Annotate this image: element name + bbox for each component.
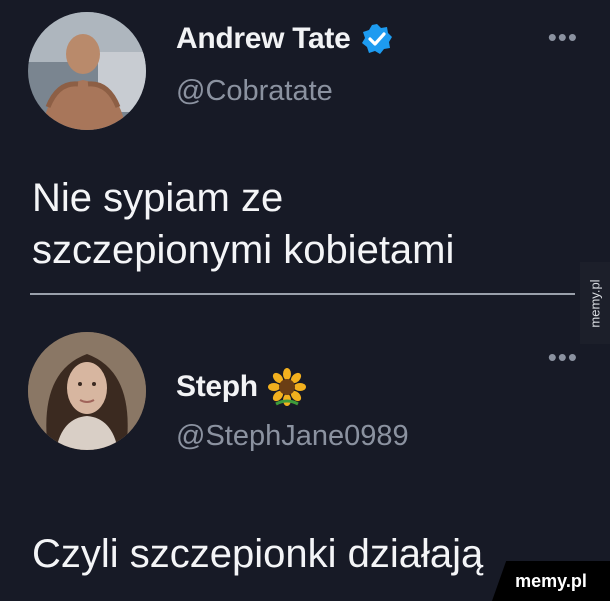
avatar-steph[interactable]	[28, 332, 146, 450]
tweet-text: Czyli szczepionki działają	[32, 532, 484, 576]
author-name[interactable]: Steph	[176, 370, 258, 404]
corner-watermark-text: memy.pl	[515, 570, 587, 591]
more-options-icon[interactable]: •••	[548, 342, 578, 373]
sunflower-icon	[267, 368, 306, 406]
author-handle[interactable]: @StephJane0989	[176, 420, 409, 453]
corner-watermark: memy.pl	[492, 561, 610, 601]
author-row: Steph	[176, 368, 306, 406]
tweet-2[interactable]: Steph @StephJane0989 ••• Czyli szczepion…	[0, 0, 610, 576]
